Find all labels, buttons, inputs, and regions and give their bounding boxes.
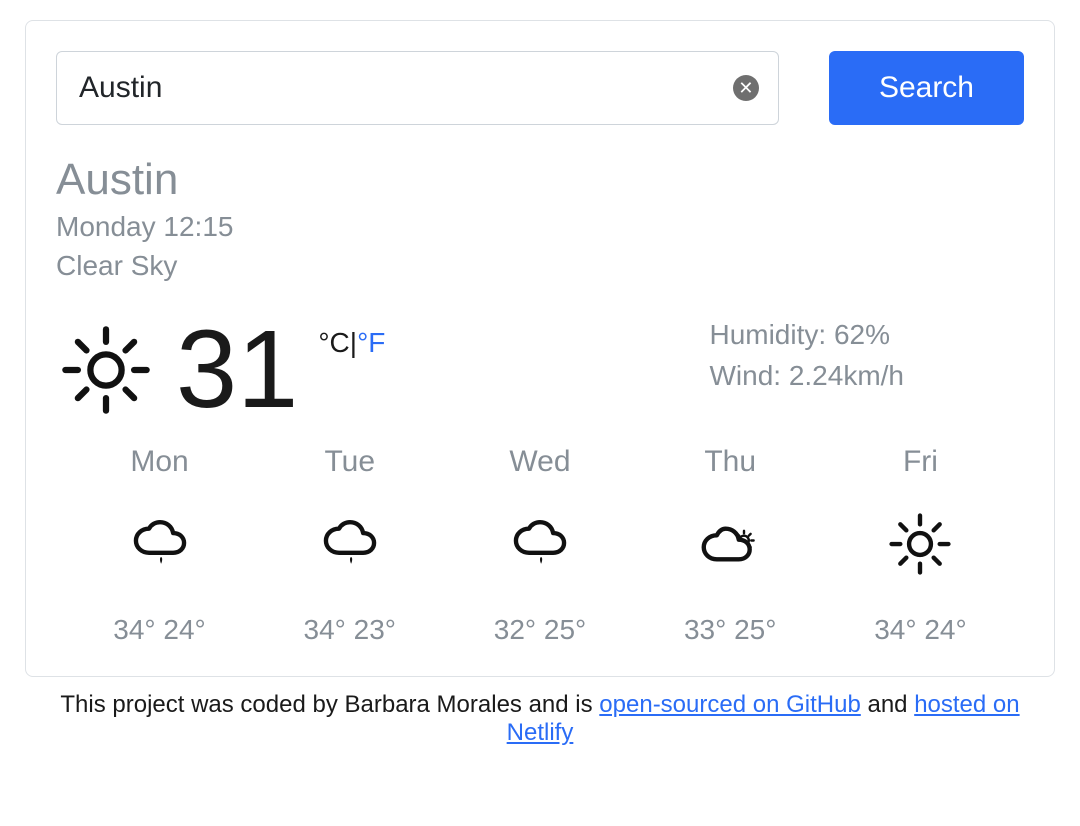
- close-icon: ✕: [738, 79, 753, 97]
- current-left: 31 °C|°F: [56, 315, 385, 425]
- sun-icon: [56, 320, 156, 420]
- search-wrapper: ✕: [56, 51, 779, 125]
- forecast-day-label: Mon: [130, 445, 188, 479]
- forecast-day: Tue 34° 23°: [266, 445, 433, 646]
- forecast-temps: 34° 23°: [304, 614, 396, 646]
- footer-mid: and: [861, 691, 914, 718]
- forecast-day: Wed 32° 25°: [456, 445, 623, 646]
- forecast-day: Fri 34° 24°: [837, 445, 1004, 646]
- unit-celsius[interactable]: °C: [318, 327, 349, 358]
- search-input[interactable]: [56, 51, 779, 125]
- datetime-text: Monday 12:15: [56, 207, 1024, 246]
- clear-input-button[interactable]: ✕: [733, 75, 759, 101]
- unit-fahrenheit[interactable]: °F: [357, 327, 385, 358]
- rain-icon: [125, 499, 195, 589]
- humidity-text: Humidity: 62%: [709, 315, 904, 356]
- forecast-day-label: Thu: [704, 445, 756, 479]
- forecast-day-label: Tue: [324, 445, 375, 479]
- rain-icon: [315, 499, 385, 589]
- wind-text: Wind: 2.24km/h: [709, 356, 904, 397]
- forecast-day-label: Fri: [903, 445, 938, 479]
- search-button[interactable]: Search: [829, 51, 1024, 125]
- unit-separator: |: [350, 327, 357, 358]
- forecast-temps: 34° 24°: [874, 614, 966, 646]
- footer-text: This project was coded by Barbara Morale…: [25, 691, 1055, 747]
- forecast-day: Thu 33° 25°: [647, 445, 814, 646]
- forecast-row: Mon 34° 24° Tue 34° 23° Wed 32° 25° Thu 33° 25°…: [56, 445, 1024, 646]
- sun-icon: [885, 499, 955, 589]
- forecast-temps: 32° 25°: [494, 614, 586, 646]
- current-weather-row: 31 °C|°F Humidity: 62% Wind: 2.24km/h: [56, 315, 1024, 425]
- forecast-day-label: Wed: [509, 445, 570, 479]
- search-row: ✕ Search: [56, 51, 1024, 125]
- forecast-temps: 33° 25°: [684, 614, 776, 646]
- forecast-day: Mon 34° 24°: [76, 445, 243, 646]
- forecast-temps: 34° 24°: [113, 614, 205, 646]
- condition-text: Clear Sky: [56, 246, 1024, 285]
- unit-toggle: °C|°F: [318, 315, 385, 359]
- rain-icon: [505, 499, 575, 589]
- weather-card: ✕ Search Austin Monday 12:15 Clear Sky 3…: [25, 20, 1055, 677]
- footer-prefix: This project was coded by Barbara Morale…: [60, 691, 599, 718]
- city-title: Austin: [56, 155, 1024, 205]
- current-details: Humidity: 62% Wind: 2.24km/h: [709, 315, 1024, 425]
- current-temp: 31: [176, 315, 298, 425]
- partly-cloudy-icon: [695, 499, 765, 589]
- github-link[interactable]: open-sourced on GitHub: [599, 691, 861, 718]
